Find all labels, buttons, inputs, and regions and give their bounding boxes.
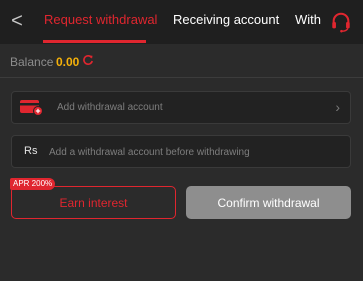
confirm-withdrawal-button[interactable]: Confirm withdrawal bbox=[186, 186, 351, 219]
add-withdrawal-account-row[interactable]: Add withdrawal account › bbox=[11, 91, 351, 124]
card-add-icon bbox=[20, 100, 43, 116]
earn-interest-button[interactable]: Earn interest bbox=[11, 186, 176, 219]
refresh-icon[interactable] bbox=[82, 54, 94, 66]
top-navigation-bar: < Request withdrawal Receiving account W… bbox=[0, 0, 363, 44]
tab-receiving-account[interactable]: Receiving account bbox=[173, 0, 279, 44]
chevron-right-icon: › bbox=[335, 99, 340, 115]
balance-row: Balance 0.00 bbox=[0, 44, 363, 78]
withdrawal-amount-placeholder: Add a withdrawal account before withdraw… bbox=[49, 147, 250, 158]
balance-label: Balance bbox=[10, 55, 54, 69]
currency-symbol: Rs bbox=[24, 145, 38, 157]
add-withdrawal-account-text: Add withdrawal account bbox=[57, 102, 163, 113]
withdrawal-amount-field[interactable]: Rs Add a withdrawal account before withd… bbox=[11, 135, 351, 168]
tab-withdrawal-history[interactable]: With bbox=[295, 0, 321, 44]
apr-badge: APR 200% bbox=[10, 178, 56, 190]
tab-request-withdrawal[interactable]: Request withdrawal bbox=[44, 0, 157, 44]
balance-value: 0.00 bbox=[56, 55, 80, 69]
back-arrow-icon[interactable]: < bbox=[10, 9, 24, 33]
headset-icon[interactable] bbox=[330, 11, 352, 33]
active-tab-indicator bbox=[43, 40, 146, 43]
